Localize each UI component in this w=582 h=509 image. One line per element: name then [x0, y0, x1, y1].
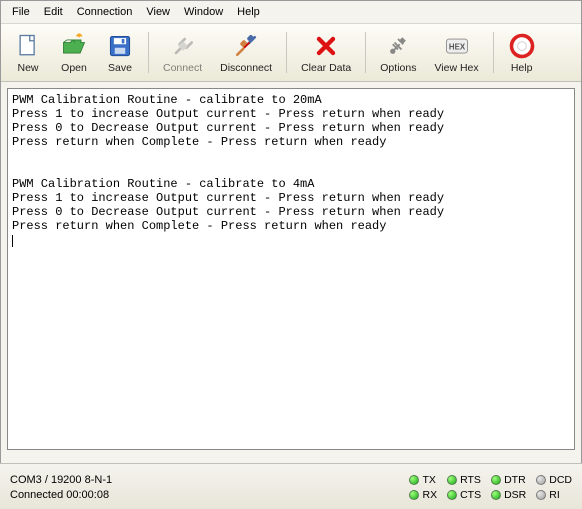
separator [148, 32, 149, 73]
toolbar: New Open Save Connect Disconnect Clear D… [1, 24, 581, 82]
led-icon [536, 490, 546, 500]
options-button[interactable]: Options [373, 28, 423, 77]
led-dsr: DSR [491, 489, 526, 501]
separator [365, 32, 366, 73]
connect-button: Connect [156, 28, 209, 77]
led-icon [409, 475, 419, 485]
led-icon [491, 475, 501, 485]
status-connected: Connected 00:00:08 [10, 488, 409, 503]
help-button[interactable]: Help [501, 28, 543, 77]
clear-label: Clear Data [301, 62, 351, 74]
save-icon [106, 32, 134, 60]
led-ri: RI [536, 489, 572, 501]
options-icon [384, 32, 412, 60]
viewhex-label: View Hex [434, 62, 478, 74]
led-icon [491, 490, 501, 500]
open-label: Open [61, 62, 87, 74]
open-button[interactable]: Open [53, 28, 95, 77]
new-icon [14, 32, 42, 60]
menu-view[interactable]: View [139, 4, 177, 20]
menu-edit[interactable]: Edit [37, 4, 70, 20]
connect-icon [169, 32, 197, 60]
disconnect-label: Disconnect [220, 62, 272, 74]
clear-button[interactable]: Clear Data [294, 28, 358, 77]
menu-window[interactable]: Window [177, 4, 230, 20]
menu-file[interactable]: File [5, 4, 37, 20]
save-button[interactable]: Save [99, 28, 141, 77]
led-dcd: DCD [536, 474, 572, 486]
help-icon [508, 32, 536, 60]
status-left: COM3 / 19200 8-N-1 Connected 00:00:08 [10, 473, 409, 503]
status-port: COM3 / 19200 8-N-1 [10, 473, 409, 488]
led-rts: RTS [447, 474, 481, 486]
statusbar: COM3 / 19200 8-N-1 Connected 00:00:08 TX… [0, 463, 582, 509]
disconnect-button[interactable]: Disconnect [213, 28, 279, 77]
save-label: Save [108, 62, 132, 74]
menu-help[interactable]: Help [230, 4, 267, 20]
options-label: Options [380, 62, 416, 74]
connect-label: Connect [163, 62, 202, 74]
led-rx: RX [409, 489, 437, 501]
status-leds: TX RTS DTR DCD RX CTS DSR RI [409, 474, 572, 501]
led-dtr: DTR [491, 474, 526, 486]
svg-text:HEX: HEX [448, 43, 465, 52]
clear-icon [312, 32, 340, 60]
terminal-output[interactable]: PWM Calibration Routine - calibrate to 2… [7, 88, 575, 450]
open-icon [60, 32, 88, 60]
disconnect-icon [232, 32, 260, 60]
help-label: Help [511, 62, 533, 74]
led-icon [447, 490, 457, 500]
new-label: New [17, 62, 38, 74]
menubar: File Edit Connection View Window Help [1, 1, 581, 24]
led-icon [409, 490, 419, 500]
viewhex-button[interactable]: HEX View Hex [427, 28, 485, 77]
new-button[interactable]: New [7, 28, 49, 77]
led-icon [536, 475, 546, 485]
cursor [12, 235, 13, 247]
led-cts: CTS [447, 489, 481, 501]
led-icon [447, 475, 457, 485]
separator [286, 32, 287, 73]
led-tx: TX [409, 474, 437, 486]
menu-connection[interactable]: Connection [70, 4, 140, 20]
separator [493, 32, 494, 73]
hex-icon: HEX [443, 32, 471, 60]
terminal-text: PWM Calibration Routine - calibrate to 2… [12, 93, 444, 233]
